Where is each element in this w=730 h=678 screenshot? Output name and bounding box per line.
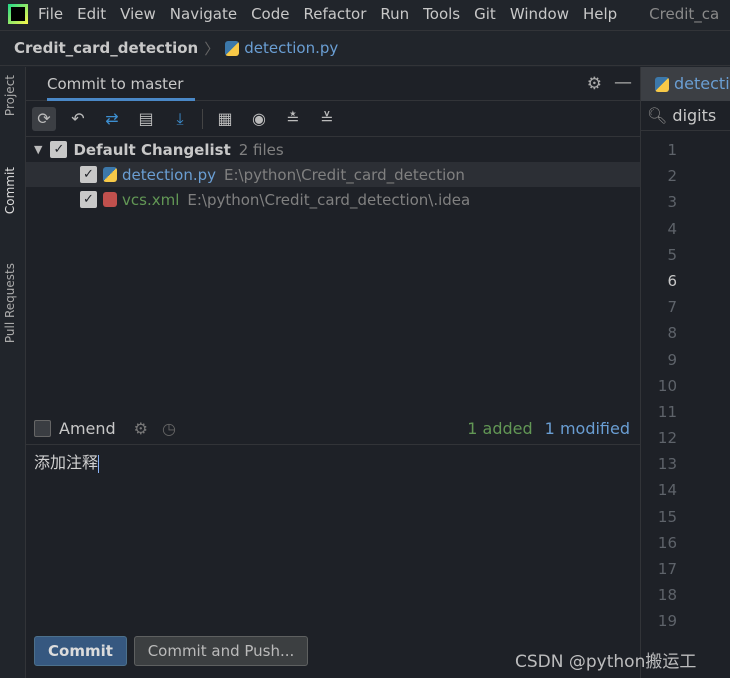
refresh-icon[interactable]: ⟳ <box>32 106 56 131</box>
commit-message-text: 添加注释 <box>34 453 99 472</box>
menu-view[interactable]: View <box>120 5 156 23</box>
line-number: 16 <box>657 533 677 552</box>
window-title: Credit_ca <box>649 5 720 23</box>
menu-file[interactable]: File <box>38 5 63 23</box>
minimize-icon[interactable]: — <box>614 72 632 93</box>
update-icon[interactable]: ⤓ <box>168 107 192 131</box>
added-count: 1 added <box>467 419 533 438</box>
line-number: 6 <box>667 271 677 290</box>
amend-checkbox[interactable] <box>34 420 51 437</box>
line-number: 15 <box>657 507 677 526</box>
python-file-icon <box>225 40 240 56</box>
changelist-count: 2 files <box>238 140 284 159</box>
menu-bar: File Edit View Navigate Code Refactor Ru… <box>0 0 730 28</box>
collapse-all-icon[interactable]: ≚ <box>315 107 339 131</box>
amend-label[interactable]: Amend <box>59 419 116 438</box>
file-row[interactable]: ✓ vcs.xml E:\python\Credit_card_detectio… <box>26 187 640 212</box>
menu-run[interactable]: Run <box>380 5 409 23</box>
line-number: 8 <box>667 324 677 343</box>
editor-search[interactable]: 🔍︎ digits <box>641 101 730 131</box>
line-number: 13 <box>657 455 677 474</box>
line-number: 14 <box>657 481 677 500</box>
menu-tools[interactable]: Tools <box>423 5 460 23</box>
editor-area: detection.py 🔍︎ digits 12345678910111213… <box>640 67 730 678</box>
menu-edit[interactable]: Edit <box>77 5 106 23</box>
python-file-icon <box>655 77 669 92</box>
line-number: 18 <box>657 586 677 605</box>
file-path: E:\python\Credit_card_detection <box>224 165 465 184</box>
menu-code[interactable]: Code <box>251 5 289 23</box>
gear-icon[interactable]: ⚙ <box>134 419 148 438</box>
amend-bar: Amend ⚙ ◷ 1 added 1 modified <box>26 413 640 445</box>
menu-window[interactable]: Window <box>510 5 569 23</box>
diff-icon[interactable]: ⇄ <box>100 107 124 131</box>
chevron-right-icon: 〉 <box>204 39 220 58</box>
line-number: 4 <box>667 219 677 238</box>
file-row[interactable]: ✓ detection.py E:\python\Credit_card_det… <box>26 162 640 187</box>
file-checkbox[interactable]: ✓ <box>80 166 97 183</box>
view-options-icon[interactable]: ◉ <box>247 107 271 131</box>
tab-commit-to-master[interactable]: Commit to master <box>47 67 195 101</box>
changelist-checkbox[interactable]: ✓ <box>50 141 68 158</box>
menu-refactor[interactable]: Refactor <box>303 5 366 23</box>
chevron-down-icon[interactable]: ▼ <box>34 143 42 156</box>
line-number: 11 <box>657 402 677 421</box>
changelist-row[interactable]: ▼ ✓ Default Changelist 2 files <box>26 137 640 162</box>
file-name: vcs.xml <box>122 190 180 209</box>
file-path: E:\python\Credit_card_detection\.idea <box>187 190 471 209</box>
file-name: detection.py <box>122 165 217 184</box>
menu-help[interactable]: Help <box>583 5 617 23</box>
xml-file-icon <box>103 192 117 207</box>
line-number: 2 <box>667 167 677 186</box>
commit-button[interactable]: Commit <box>34 636 127 666</box>
line-number: 3 <box>667 193 677 212</box>
modified-count: 1 modified <box>544 419 630 438</box>
expand-all-icon[interactable]: ≛ <box>281 107 305 131</box>
text-caret <box>98 454 100 473</box>
menu-navigate[interactable]: Navigate <box>170 5 237 23</box>
line-number: 1 <box>667 141 677 159</box>
commit-and-push-button[interactable]: Commit and Push... <box>134 636 308 666</box>
side-tab-pull-requests[interactable]: Pull Requests <box>3 263 17 343</box>
line-number: 9 <box>667 350 677 369</box>
line-number: 17 <box>657 560 677 578</box>
breadcrumb: Credit_card_detection 〉 detection.py <box>0 30 730 66</box>
line-number: 10 <box>657 376 677 395</box>
history-icon[interactable]: ◷ <box>162 419 176 438</box>
line-number: 5 <box>667 245 677 264</box>
pycharm-logo-icon <box>8 4 28 24</box>
toolbar-separator <box>202 108 203 129</box>
side-tab-commit[interactable]: Commit <box>3 167 17 214</box>
commit-toolbar: ⟳ ↶ ⇄ ▤ ⤓ ▦ ◉ ≛ ≚ <box>26 101 640 137</box>
python-file-icon <box>103 167 117 182</box>
file-checkbox[interactable]: ✓ <box>80 191 97 208</box>
breadcrumb-project[interactable]: Credit_card_detection <box>14 39 198 57</box>
menu-git[interactable]: Git <box>474 5 496 23</box>
commit-message-input[interactable]: 添加注释 <box>34 449 100 473</box>
line-gutter: 1 2 3 4 5 6 7 8 9 10 11 12 13 14 15 16 17 18 19 <box>641 131 730 635</box>
search-icon: 🔍︎ <box>647 106 668 125</box>
side-tab-project[interactable]: Project <box>3 75 17 116</box>
watermark: CSDN @python搬运工 <box>515 652 697 672</box>
shelve-icon[interactable]: ▤ <box>134 107 158 131</box>
editor-tab-label: detection.py <box>674 74 730 93</box>
rollback-icon[interactable]: ↶ <box>66 107 90 131</box>
commit-panel: Commit to master ⚙ — ⟳ ↶ ⇄ ▤ ⤓ ▦ ◉ ≛ ≚ ▼… <box>26 67 640 678</box>
left-tool-strip: Project Commit Pull Requests <box>0 67 26 678</box>
gear-icon[interactable]: ⚙ <box>587 74 602 94</box>
line-number: 12 <box>657 429 677 448</box>
editor-tab[interactable]: detection.py <box>641 67 730 101</box>
breadcrumb-file[interactable]: detection.py <box>244 39 338 57</box>
line-number: 19 <box>657 612 677 631</box>
group-by-icon[interactable]: ▦ <box>213 107 237 131</box>
line-number: 7 <box>667 298 677 317</box>
search-text: digits <box>672 106 717 125</box>
changelist-name: Default Changelist <box>73 140 231 159</box>
